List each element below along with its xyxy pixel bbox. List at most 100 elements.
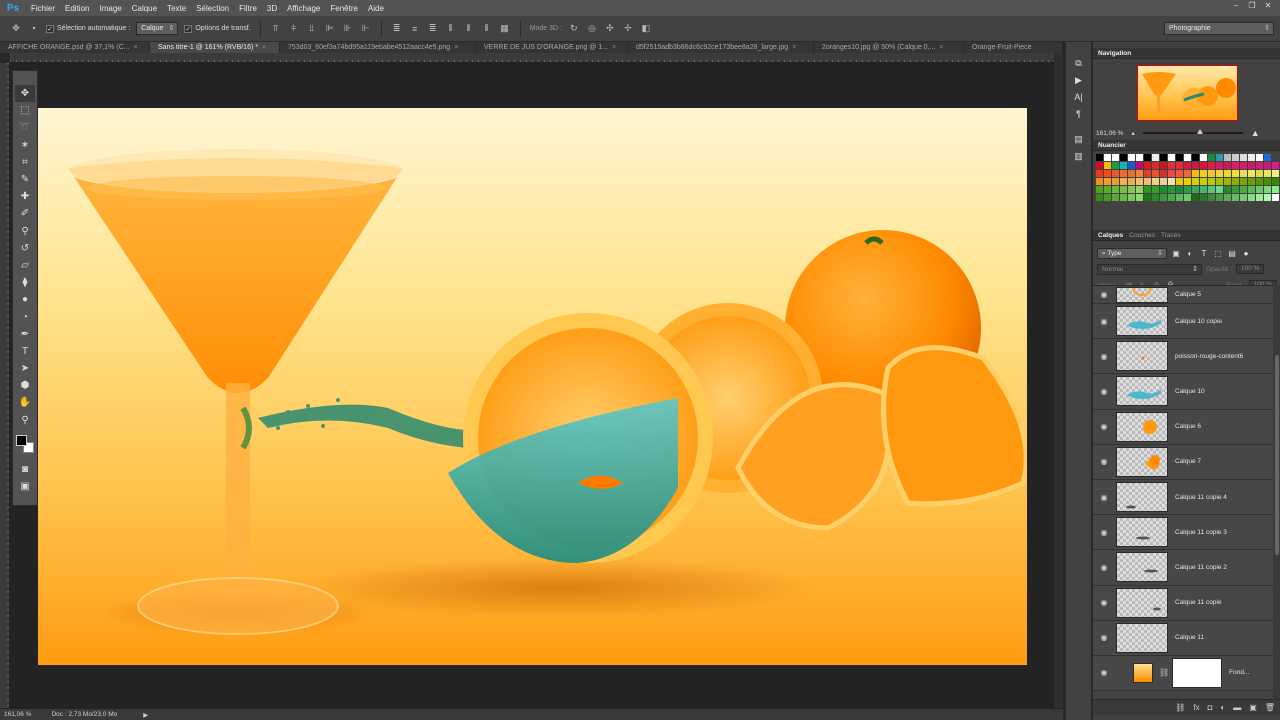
swatch-cell[interactable]: [1224, 154, 1231, 161]
distribute-left-icon[interactable]: ⦀: [445, 23, 457, 35]
text-tool-icon[interactable]: T: [15, 343, 35, 360]
swatch-cell[interactable]: [1112, 154, 1119, 161]
add-mask-icon[interactable]: ◘: [1208, 703, 1213, 712]
auto-select-checkbox[interactable]: ✓ Sélection automatique :: [46, 24, 130, 33]
swatch-cell[interactable]: [1112, 162, 1119, 169]
scale-3d-icon[interactable]: ◧: [640, 23, 652, 35]
filter-toggle-icon[interactable]: ●: [1241, 249, 1251, 258]
move-tool-icon[interactable]: ✥: [10, 23, 22, 35]
swatch-cell[interactable]: [1192, 154, 1199, 161]
swatch-cell[interactable]: [1160, 162, 1167, 169]
menu-calque[interactable]: Calque: [127, 4, 162, 13]
filter-image-icon[interactable]: ▣: [1171, 249, 1181, 258]
swatch-cell[interactable]: [1152, 162, 1159, 169]
layer-row[interactable]: ◉ Calque 11 copie: [1093, 585, 1273, 621]
dodge-tool-icon[interactable]: ◔: [15, 308, 35, 325]
filter-text-icon[interactable]: T: [1199, 249, 1209, 258]
drag-3d-icon[interactable]: ✣: [604, 23, 616, 35]
swatch-cell[interactable]: [1256, 154, 1263, 161]
swatch-cell[interactable]: [1232, 178, 1239, 185]
menu-fichier[interactable]: Fichier: [26, 4, 60, 13]
swatch-cell[interactable]: [1208, 162, 1215, 169]
swatch-cell[interactable]: [1168, 170, 1175, 177]
eraser-tool-icon[interactable]: ▱: [15, 257, 35, 274]
swatch-cell[interactable]: [1176, 178, 1183, 185]
menu-image[interactable]: Image: [94, 4, 126, 13]
align-bottom-icon[interactable]: ⫫: [306, 23, 318, 35]
transform-checkbox[interactable]: ✓ Options de transf.: [184, 24, 251, 33]
zoom-level[interactable]: 161,06 %: [4, 711, 31, 718]
swatch-cell[interactable]: [1272, 186, 1279, 193]
opacity-field[interactable]: 100 %: [1236, 264, 1265, 274]
tab-calques[interactable]: Calques: [1097, 232, 1128, 239]
swatch-cell[interactable]: [1248, 194, 1255, 201]
eye-icon[interactable]: ◉: [1093, 457, 1115, 466]
swatch-cell[interactable]: [1232, 194, 1239, 201]
swatch-cell[interactable]: [1152, 154, 1159, 161]
swatch-cell[interactable]: [1096, 194, 1103, 201]
swatch-cell[interactable]: [1144, 194, 1151, 201]
swatch-cell[interactable]: [1104, 178, 1111, 185]
align-left-icon[interactable]: ⊫: [324, 23, 336, 35]
swatch-cell[interactable]: [1272, 170, 1279, 177]
zoom-in-icon[interactable]: ▲: [1251, 128, 1260, 138]
swatch-cell[interactable]: [1096, 186, 1103, 193]
swatch-cell[interactable]: [1232, 162, 1239, 169]
swatch-cell[interactable]: [1136, 186, 1143, 193]
swatch-cell[interactable]: [1128, 186, 1135, 193]
swatch-cell[interactable]: [1192, 170, 1199, 177]
distribute-bottom-icon[interactable]: ≣: [427, 23, 439, 35]
swatch-cell[interactable]: [1184, 154, 1191, 161]
swatch-cell[interactable]: [1184, 178, 1191, 185]
swatch-cell[interactable]: [1200, 162, 1207, 169]
swatch-cell[interactable]: [1240, 154, 1247, 161]
swatch-cell[interactable]: [1216, 154, 1223, 161]
swatch-cell[interactable]: [1104, 186, 1111, 193]
swatch-cell[interactable]: [1144, 170, 1151, 177]
adjustments-icon[interactable]: ▤: [1071, 132, 1087, 146]
swatch-cell[interactable]: [1176, 170, 1183, 177]
swatch-cell[interactable]: [1144, 178, 1151, 185]
swatch-cell[interactable]: [1216, 194, 1223, 201]
hand-tool-icon[interactable]: ✋: [15, 394, 35, 411]
menu-fenetre[interactable]: Fenêtre: [325, 4, 363, 13]
swatch-cell[interactable]: [1248, 170, 1255, 177]
swatch-cell[interactable]: [1208, 186, 1215, 193]
fx-icon[interactable]: fx: [1193, 703, 1199, 712]
tab-d5f2515[interactable]: d5f2515adb3b86dc6c92ce173bee8a28_large.j…: [628, 42, 814, 53]
swatch-cell[interactable]: [1240, 194, 1247, 201]
menu-3d[interactable]: 3D: [262, 4, 282, 13]
close-icon[interactable]: ×: [939, 44, 943, 51]
restore-icon[interactable]: ❐: [1246, 1, 1258, 10]
swatch-cell[interactable]: [1176, 162, 1183, 169]
menu-edition[interactable]: Edition: [60, 4, 94, 13]
align-top-icon[interactable]: ⫪: [270, 23, 282, 35]
close-icon[interactable]: ×: [612, 44, 616, 51]
close-icon[interactable]: ×: [262, 44, 266, 51]
swatch-cell[interactable]: [1208, 154, 1215, 161]
swatch-cell[interactable]: [1240, 162, 1247, 169]
new-layer-icon[interactable]: ▣: [1249, 703, 1257, 712]
swatch-cell[interactable]: [1248, 186, 1255, 193]
move-tool-icon[interactable]: ✥: [15, 85, 35, 103]
swatch-cell[interactable]: [1256, 194, 1263, 201]
eye-icon[interactable]: ◉: [1093, 387, 1115, 396]
crop-tool-icon[interactable]: ⌗: [15, 154, 35, 171]
align-hcenter-icon[interactable]: ⊪: [342, 23, 354, 35]
swatch-cell[interactable]: [1216, 186, 1223, 193]
align-right-icon[interactable]: ⊩: [360, 23, 372, 35]
tab-couches[interactable]: Couches: [1128, 232, 1160, 239]
swatch-cell[interactable]: [1144, 186, 1151, 193]
screen-mode-icon[interactable]: ▣: [15, 478, 35, 495]
swatch-cell[interactable]: [1096, 178, 1103, 185]
swatch-cell[interactable]: [1232, 170, 1239, 177]
swatch-cell[interactable]: [1120, 170, 1127, 177]
eye-icon[interactable]: ◉: [1093, 633, 1115, 642]
pen-tool-icon[interactable]: ✒: [15, 326, 35, 343]
tab-verre-jus[interactable]: VERRE DE JUS D'ORANGE.png @ 1... ×: [476, 42, 628, 53]
navigation-thumbnail[interactable]: [1137, 65, 1238, 121]
swatch-cell[interactable]: [1104, 154, 1111, 161]
swatch-cell[interactable]: [1160, 178, 1167, 185]
swatch-cell[interactable]: [1184, 170, 1191, 177]
shape-tool-icon[interactable]: ⬢: [15, 377, 35, 394]
